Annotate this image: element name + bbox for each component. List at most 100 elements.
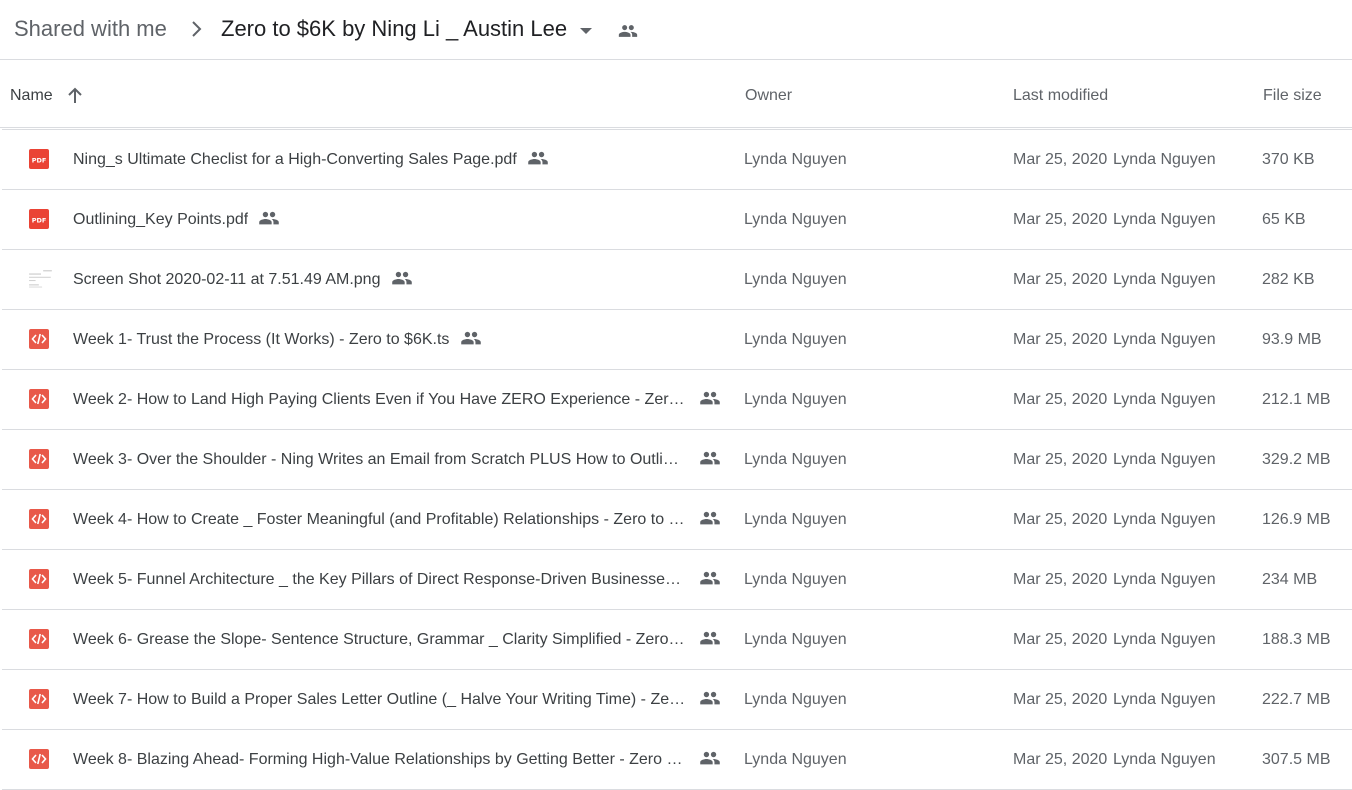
sort-ascending-arrow-icon[interactable]	[66, 87, 84, 105]
file-owner: Lynda Nguyen	[744, 391, 847, 408]
file-size: 282 KB	[1262, 271, 1315, 288]
file-modified-by: Lynda Nguyen	[1113, 451, 1216, 468]
file-last-modified-date: Mar 25, 2020	[1013, 271, 1108, 288]
file-last-modified-date: Mar 25, 2020	[1013, 211, 1108, 228]
file-name[interactable]: Week 5- Funnel Architecture _ the Key Pi…	[73, 569, 681, 591]
file-last-modified-date: Mar 25, 2020	[1013, 751, 1108, 768]
file-name[interactable]: Week 4- How to Create _ Foster Meaningfu…	[73, 509, 685, 531]
file-modified-by: Lynda Nguyen	[1113, 511, 1216, 528]
file-name[interactable]: Ning_s Ultimate Checlist for a High-Conv…	[73, 149, 517, 171]
code-file-icon	[29, 569, 49, 589]
breadcrumb-bar: Shared with me Zero to $6K by Ning Li _ …	[0, 0, 1352, 60]
pdf-file-icon: PDF	[29, 149, 49, 169]
file-size: 329.2 MB	[1262, 451, 1331, 468]
file-last-modified-date: Mar 25, 2020	[1013, 451, 1108, 468]
file-owner: Lynda Nguyen	[744, 571, 847, 588]
file-size: 307.5 MB	[1262, 751, 1331, 768]
column-name-header[interactable]: Name	[10, 87, 53, 105]
file-modified-by: Lynda Nguyen	[1113, 751, 1216, 768]
file-row[interactable]: Week 8- Blazing Ahead- Forming High-Valu…	[2, 730, 1352, 790]
file-name[interactable]: Week 1- Trust the Process (It Works) - Z…	[73, 329, 449, 351]
column-file-size-header[interactable]: File size	[1263, 87, 1322, 105]
file-modified-by: Lynda Nguyen	[1113, 571, 1216, 588]
file-row[interactable]: Screen Shot 2020-02-11 at 7.51.49 AM.png…	[2, 250, 1352, 310]
file-row[interactable]: Week 3- Over the Shoulder - Ning Writes …	[2, 430, 1352, 490]
file-row[interactable]: Week 2- How to Land High Paying Clients …	[2, 370, 1352, 430]
file-modified-by: Lynda Nguyen	[1113, 271, 1216, 288]
image-thumbnail-icon	[28, 268, 54, 292]
file-owner: Lynda Nguyen	[744, 151, 847, 168]
file-size: 222.7 MB	[1262, 691, 1331, 708]
shared-icon	[700, 451, 720, 465]
file-last-modified-date: Mar 25, 2020	[1013, 511, 1108, 528]
shared-icon	[700, 631, 720, 645]
file-modified-by: Lynda Nguyen	[1113, 391, 1216, 408]
code-file-icon	[29, 389, 49, 409]
code-file-icon	[29, 329, 49, 349]
file-owner: Lynda Nguyen	[744, 331, 847, 348]
file-name[interactable]: Week 2- How to Land High Paying Clients …	[73, 389, 687, 411]
shared-icon	[700, 571, 720, 585]
code-file-icon	[29, 449, 49, 469]
file-owner: Lynda Nguyen	[744, 271, 847, 288]
file-row[interactable]: PDF Outlining_Key Points.pdf Lynda Nguyen M…	[2, 190, 1352, 250]
code-file-icon	[29, 629, 49, 649]
shared-icon	[700, 391, 720, 405]
chevron-right-icon	[192, 21, 202, 37]
file-modified-by: Lynda Nguyen	[1113, 331, 1216, 348]
file-size: 93.9 MB	[1262, 331, 1322, 348]
shared-people-icon[interactable]	[617, 21, 639, 41]
code-file-icon	[29, 509, 49, 529]
shared-icon	[700, 751, 720, 765]
file-name[interactable]: Week 3- Over the Shoulder - Ning Writes …	[73, 449, 687, 471]
file-name[interactable]: Week 7- How to Build a Proper Sales Lett…	[73, 689, 685, 711]
file-name[interactable]: Outlining_Key Points.pdf	[73, 209, 248, 231]
column-owner-header: Owner	[745, 87, 793, 104]
pdf-file-icon: PDF	[29, 209, 49, 229]
shared-icon	[700, 511, 720, 525]
shared-icon	[259, 211, 279, 225]
file-name[interactable]: Week 8- Blazing Ahead- Forming High-Valu…	[73, 749, 682, 771]
file-last-modified-date: Mar 25, 2020	[1013, 151, 1108, 168]
file-list: PDF Ning_s Ultimate Checlist for a High-C…	[0, 129, 1352, 790]
file-modified-by: Lynda Nguyen	[1113, 211, 1216, 228]
file-row[interactable]: Week 4- How to Create _ Foster Meaningfu…	[2, 490, 1352, 550]
svg-text:PDF: PDF	[32, 157, 47, 165]
code-file-icon	[29, 749, 49, 769]
column-header-row: Name Owner Last modified File size	[0, 61, 1352, 128]
file-modified-by: Lynda Nguyen	[1113, 151, 1216, 168]
breadcrumb-shared-with-me[interactable]: Shared with me	[14, 15, 167, 43]
shared-icon	[460, 331, 481, 345]
file-last-modified-date: Mar 25, 2020	[1013, 691, 1108, 708]
file-modified-by: Lynda Nguyen	[1113, 631, 1216, 648]
file-last-modified-date: Mar 25, 2020	[1013, 331, 1108, 348]
breadcrumb-current-folder[interactable]: Zero to $6K by Ning Li _ Austin Lee	[221, 15, 567, 43]
file-size: 234 MB	[1262, 571, 1318, 588]
shared-icon	[700, 691, 720, 705]
file-size: 65 KB	[1262, 211, 1306, 228]
file-name[interactable]: Screen Shot 2020-02-11 at 7.51.49 AM.png	[73, 269, 380, 291]
file-owner: Lynda Nguyen	[744, 751, 847, 768]
file-size: 212.1 MB	[1262, 391, 1331, 408]
file-owner: Lynda Nguyen	[744, 451, 847, 468]
shared-icon	[392, 271, 413, 285]
svg-text:PDF: PDF	[32, 217, 47, 225]
shared-icon	[527, 151, 548, 165]
file-modified-by: Lynda Nguyen	[1113, 691, 1216, 708]
file-last-modified-date: Mar 25, 2020	[1013, 631, 1108, 648]
code-file-icon	[29, 689, 49, 709]
file-row[interactable]: Week 5- Funnel Architecture _ the Key Pi…	[2, 550, 1352, 610]
file-name[interactable]: Week 6- Grease the Slope- Sentence Struc…	[73, 629, 687, 651]
caret-down-icon[interactable]	[578, 24, 594, 38]
file-size: 126.9 MB	[1262, 511, 1331, 528]
file-row[interactable]: PDF Ning_s Ultimate Checlist for a High-C…	[2, 129, 1352, 190]
file-row[interactable]: Week 7- How to Build a Proper Sales Lett…	[2, 670, 1352, 730]
file-row[interactable]: Week 1- Trust the Process (It Works) - Z…	[2, 310, 1352, 370]
file-last-modified-date: Mar 25, 2020	[1013, 391, 1108, 408]
column-last-modified-header[interactable]: Last modified	[1013, 87, 1108, 105]
file-row[interactable]: Week 6- Grease the Slope- Sentence Struc…	[2, 610, 1352, 670]
file-last-modified-date: Mar 25, 2020	[1013, 571, 1108, 588]
file-size: 188.3 MB	[1262, 631, 1331, 648]
file-owner: Lynda Nguyen	[744, 691, 847, 708]
file-size: 370 KB	[1262, 151, 1315, 168]
